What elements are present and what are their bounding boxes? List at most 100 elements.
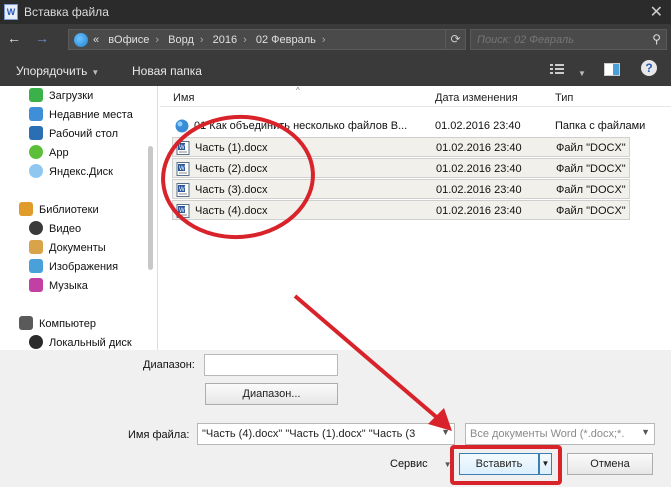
svg-text:W: W	[179, 145, 185, 151]
view-options-icon[interactable]	[550, 63, 564, 75]
filetype-select[interactable]: Все документы Word (*.docx;*. ▼	[465, 423, 655, 445]
window-title: Вставка файла	[24, 5, 109, 19]
yandex-disk-icon	[29, 164, 43, 178]
range-input[interactable]	[204, 354, 338, 376]
file-type: Папка с файлами	[555, 120, 646, 132]
sidebar-item-app[interactable]: App	[49, 147, 69, 159]
file-date: 01.02.2016 23:40	[436, 205, 522, 217]
sidebar-item-yandex-disk[interactable]: Яндекс.Диск	[49, 166, 113, 178]
service-button[interactable]: Сервис ▼	[390, 458, 452, 470]
help-icon[interactable]: ?	[641, 60, 657, 76]
chevron-down-icon: ▼	[91, 68, 100, 77]
sidebar-scrollbar[interactable]	[148, 146, 153, 270]
search-box[interactable]: ⚲	[470, 29, 667, 50]
header-divider	[160, 106, 671, 107]
back-button[interactable]: ←	[7, 30, 21, 46]
file-row-part-4[interactable]: W Часть (4).docx 01.02.2016 23:40 Файл "…	[172, 200, 630, 220]
sidebar-item-pictures[interactable]: Изображения	[49, 261, 118, 273]
filetype-value: Все документы Word (*.docx;*.	[470, 428, 625, 440]
refresh-button[interactable]: ⟳	[445, 29, 466, 50]
organize-button[interactable]: Упорядочить ▼	[16, 64, 99, 78]
local-disk-icon	[29, 335, 43, 349]
navigation-bar: ← → « вОфисе› Ворд› 2016› 02 Февраль› ⌄ …	[0, 24, 671, 54]
sidebar-item-desktop[interactable]: Рабочий стол	[49, 128, 118, 140]
toolbar: Упорядочить ▼ Новая папка ▼ ?	[0, 54, 671, 86]
breadcrumb-item-february[interactable]: 02 Февраль	[256, 34, 316, 46]
file-date: 01.02.2016 23:40	[435, 120, 521, 132]
organize-label: Упорядочить	[16, 64, 88, 78]
breadcrumb-item-word[interactable]: Ворд	[168, 34, 194, 46]
libraries-icon	[19, 202, 33, 216]
file-name: Часть (1).docx	[195, 142, 268, 154]
file-row-part-1[interactable]: W Часть (1).docx 01.02.2016 23:40 Файл "…	[172, 137, 630, 157]
chevron-down-icon[interactable]: ▼	[641, 427, 650, 437]
dialog-footer: Диапазон: Диапазон... Имя файла: "Часть …	[0, 350, 671, 487]
sidebar-item-downloads[interactable]: Загрузки	[49, 90, 93, 102]
column-header-type[interactable]: Тип	[555, 92, 573, 104]
breadcrumb-separator[interactable]: ›	[322, 34, 326, 46]
recent-places-icon	[29, 107, 43, 121]
insert-button[interactable]: Вставить	[459, 453, 539, 475]
view-dropdown-icon[interactable]: ▼	[574, 65, 586, 79]
breadcrumb-separator[interactable]: ›	[155, 34, 159, 46]
svg-text:W: W	[179, 187, 185, 193]
cancel-button[interactable]: Отмена	[567, 453, 653, 475]
file-row-part-2[interactable]: W Часть (2).docx 01.02.2016 23:40 Файл "…	[172, 158, 630, 178]
filename-input[interactable]: "Часть (4).docx" "Часть (1).docx" "Часть…	[197, 423, 455, 445]
file-type: Файл "DOCX"	[556, 163, 626, 175]
desktop-icon	[29, 126, 43, 140]
navigation-pane: Загрузки Недавние места Рабочий стол App…	[0, 86, 158, 350]
sidebar-item-libraries[interactable]: Библиотеки	[39, 204, 99, 216]
sidebar-item-computer[interactable]: Компьютер	[39, 318, 96, 330]
close-icon[interactable]: ✕	[650, 2, 663, 22]
docx-icon: W	[176, 162, 190, 176]
file-type: Файл "DOCX"	[556, 205, 626, 217]
docx-icon: W	[176, 204, 190, 218]
breadcrumb-item-2016[interactable]: 2016	[213, 34, 237, 46]
insert-dropdown-button[interactable]: ▼	[539, 453, 552, 475]
title-bar: W Вставка файла ✕	[0, 0, 671, 24]
location-icon	[74, 33, 88, 47]
sidebar-item-music[interactable]: Музыка	[49, 280, 88, 292]
address-bar[interactable]: « вОфисе› Ворд› 2016› 02 Февраль› ⌄	[68, 29, 464, 50]
breadcrumb: « вОфисе › Ворд › 2016 › 02 Февраль ›	[93, 34, 332, 46]
sidebar-item-recent[interactable]: Недавние места	[49, 109, 133, 121]
search-icon[interactable]: ⚲	[652, 32, 661, 46]
breadcrumb-separator[interactable]: ›	[243, 34, 247, 46]
file-date: 01.02.2016 23:40	[436, 163, 522, 175]
chevron-down-icon[interactable]: ▼	[441, 427, 450, 437]
range-label: Диапазон:	[143, 359, 195, 371]
file-name: Часть (4).docx	[195, 205, 268, 217]
file-row-part-3[interactable]: W Часть (3).docx 01.02.2016 23:40 Файл "…	[172, 179, 630, 199]
svg-text:W: W	[179, 208, 185, 214]
service-label: Сервис	[390, 458, 428, 470]
breadcrumb-overflow[interactable]: «	[93, 34, 99, 46]
file-name: Часть (2).docx	[195, 163, 268, 175]
video-icon	[29, 221, 43, 235]
column-header-name[interactable]: Имя	[173, 92, 194, 104]
file-row-folder[interactable]: 01 Как объединить несколько файлов В... …	[172, 116, 645, 136]
forward-button[interactable]: →	[35, 30, 49, 46]
breadcrumb-item-vofise[interactable]: вОфисе	[108, 34, 149, 46]
downloads-icon	[29, 88, 43, 102]
filename-value: "Часть (4).docx" "Часть (1).docx" "Часть…	[202, 428, 416, 440]
new-folder-button[interactable]: Новая папка	[132, 64, 202, 78]
docx-icon: W	[176, 141, 190, 155]
computer-icon	[19, 316, 33, 330]
preview-pane-icon[interactable]	[604, 63, 620, 76]
documents-icon	[29, 240, 43, 254]
sidebar-item-video[interactable]: Видео	[49, 223, 81, 235]
sidebar-item-local-disk[interactable]: Локальный диск	[49, 337, 132, 349]
file-date: 01.02.2016 23:40	[436, 184, 522, 196]
file-date: 01.02.2016 23:40	[436, 142, 522, 154]
sidebar-item-documents[interactable]: Документы	[49, 242, 106, 254]
range-button[interactable]: Диапазон...	[205, 383, 338, 405]
breadcrumb-separator[interactable]: ›	[200, 34, 204, 46]
folder-icon	[175, 119, 189, 133]
chevron-down-icon: ▼	[443, 460, 452, 469]
file-name: 01 Как объединить несколько файлов В...	[194, 120, 408, 132]
app-folder-icon	[29, 145, 43, 159]
file-type: Файл "DOCX"	[556, 184, 626, 196]
search-input[interactable]	[477, 32, 637, 47]
column-header-date[interactable]: Дата изменения	[435, 92, 518, 104]
